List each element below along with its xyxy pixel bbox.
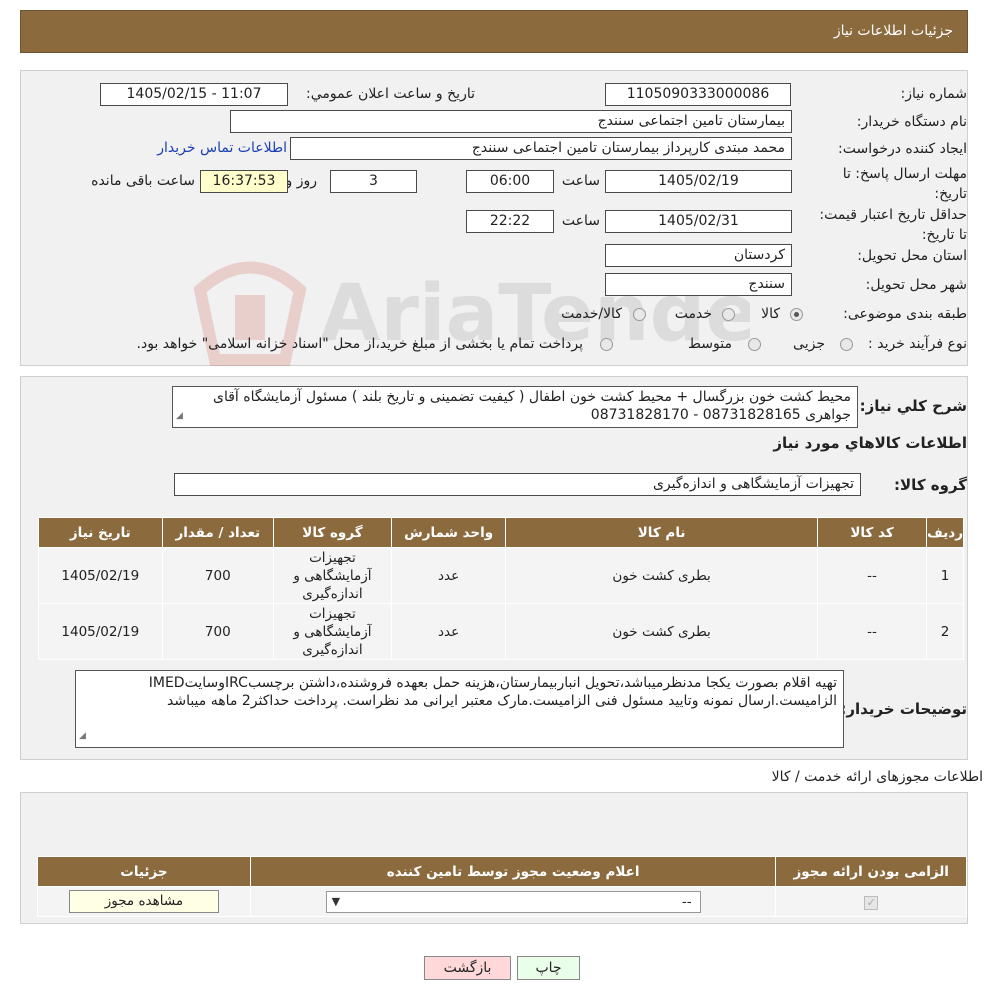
cell-group: تجهیزات آزمایشگاهی و اندازه‌گیری [273,547,392,604]
col-unit: واحد شمارش [390,517,507,548]
deadline-date-field: 1405/02/19 [605,170,792,193]
remaining-time-label: ساعت باقی مانده [91,173,195,189]
cell-date: 1405/02/19 [38,547,163,604]
process-type-label: نوع فرآیند خرید : [868,336,967,352]
deadline-label: مهلت ارسال پاسخ: تا تاریخ: [842,166,967,202]
col-permit-status: اعلام وضعیت مجوز توسط تامین کننده [249,856,777,887]
process-treasury-checkbox[interactable] [600,338,613,351]
deadline-time-label: ساعت [561,173,600,189]
cell-index: 2 [926,603,964,660]
buyer-notes-text: تهیه اقلام بصورت یکجا مدنظرمیباشد،تحویل … [148,675,837,709]
announce-date-label: تاریخ و ساعت اعلان عمومي: [306,86,475,102]
cell-code: -- [816,603,928,660]
goods-group-label: گروه کالا: [894,476,967,494]
summary-text: محیط کشت خون بزرگسال + محیط کشت خون اطفا… [213,389,851,423]
resize-handle-icon[interactable]: ◢ [176,407,183,425]
chevron-down-icon: ▼ [331,894,341,908]
view-permit-button[interactable]: مشاهده مجوز [68,890,219,913]
process-treasury-note: پرداخت تمام یا بخشی از مبلغ خرید،از محل … [136,336,583,352]
validity-time-field: 22:22 [466,210,554,233]
category-radio-goods[interactable] [790,308,803,321]
remaining-time-field: 16:37:53 [200,170,288,193]
goods-section-title: اطلاعات کالاهاي مورد نياز [773,434,967,452]
table-row: 1 -- بطری کشت خون عدد تجهیزات آزمایشگاهی… [38,547,964,604]
col-goods-group: گروه کالا [273,517,392,548]
buyer-org-field: بیمارستان تامین اجتماعی سنندج [230,110,792,133]
table-row: 2 -- بطری کشت خون عدد تجهیزات آزمایشگاهی… [38,603,964,660]
cell-group: تجهیزات آزمایشگاهی و اندازه‌گیری [273,603,392,660]
col-need-date: تاريخ نياز [38,517,163,548]
col-goods-code: کد کالا [816,517,928,548]
buyer-contact-link[interactable]: اطلاعات تماس خریدار [157,140,287,156]
permits-table: الزامی بودن ارائه مجوز اعلام وضعیت مجوز … [37,856,967,917]
city-label: شهر محل تحویل: [865,277,967,293]
process-radio-medium[interactable] [748,338,761,351]
announce-date-field: 1405/02/15 - 11:07 [100,83,288,106]
price-validity-label: حداقل تاریخ اعتبار قیمت: تا تاریخ: [819,207,967,243]
cell-qty: 700 [161,603,275,660]
col-goods-name: نام کالا [505,517,818,548]
cell-code: -- [816,547,928,604]
permit-status-value: -- [681,893,692,910]
back-button[interactable]: بازگشت [424,956,511,980]
page-title: جزئیات اطلاعات نیاز [20,10,968,53]
permits-table-header: الزامی بودن ارائه مجوز اعلام وضعیت مجوز … [37,856,967,887]
col-row-index: رديف [926,517,964,548]
goods-table: رديف کد کالا نام کالا واحد شمارش گروه کا… [38,517,964,660]
table-row: ✓ -- ▼ مشاهده مجوز [37,886,967,917]
goods-group-field: تجهیزات آزمایشگاهی و اندازه‌گیری [174,473,861,496]
validity-date-field: 1405/02/31 [605,210,792,233]
validity-time-label: ساعت [561,213,600,229]
cell-permit-details: مشاهده مجوز [37,886,251,917]
col-permit-details: جزئیات [37,856,251,887]
cell-unit: عدد [390,547,507,604]
summary-label: شرح کلي نياز: [859,397,967,415]
cell-name: بطری کشت خون [505,603,818,660]
category-option-goods: کالا [761,306,780,322]
permit-required-checkbox: ✓ [864,895,879,910]
buyer-org-label: نام دستگاه خریدار: [856,114,967,130]
resize-handle-icon[interactable]: ◢ [79,727,86,745]
category-label: طبقه بندی موضوعی: [843,306,967,322]
city-field: سنندج [605,273,792,296]
province-label: استان محل تحویل: [857,248,967,264]
cell-index: 1 [926,547,964,604]
need-number-field: 1105090333000086 [605,83,791,106]
buyer-notes-label: توضیحات خریدار: [840,700,967,718]
col-permit-required: الزامی بودن ارائه مجوز [775,856,967,887]
process-radio-minor[interactable] [840,338,853,351]
cell-permit-status: -- ▼ [249,886,777,917]
need-number-label: شماره نیاز: [900,86,968,102]
cell-qty: 700 [161,547,275,604]
days-remaining-field: 3 [330,170,417,193]
cell-date: 1405/02/19 [38,603,163,660]
cell-name: بطری کشت خون [505,547,818,604]
col-quantity: تعداد / مقدار [161,517,275,548]
process-option-medium: متوسط [688,336,732,352]
category-option-service: خدمت [674,306,712,322]
summary-textarea[interactable]: محیط کشت خون بزرگسال + محیط کشت خون اطفا… [172,386,858,428]
goods-table-header: رديف کد کالا نام کالا واحد شمارش گروه کا… [38,517,964,548]
category-radio-goods-service[interactable] [633,308,646,321]
permits-section-title: اطلاعات مجوزهای ارائه خدمت / کالا [771,769,983,785]
creator-field: محمد مبتدی کارپرداز بیمارستان تامین اجتم… [290,137,792,160]
cell-unit: عدد [390,603,507,660]
category-radio-service[interactable] [722,308,735,321]
creator-label: ایجاد کننده درخواست: [838,141,967,157]
deadline-time-field: 06:00 [466,170,554,193]
category-option-goods-service: کالا/خدمت [561,306,622,322]
process-option-minor: جزیی [793,336,825,352]
days-label: روز و [285,173,318,189]
cell-permit-required: ✓ [775,886,967,917]
print-button[interactable]: چاپ [517,956,580,980]
permit-status-select[interactable]: -- ▼ [325,890,701,913]
province-field: کردستان [605,244,792,267]
buyer-notes-textarea[interactable]: تهیه اقلام بصورت یکجا مدنظرمیباشد،تحویل … [75,670,844,748]
